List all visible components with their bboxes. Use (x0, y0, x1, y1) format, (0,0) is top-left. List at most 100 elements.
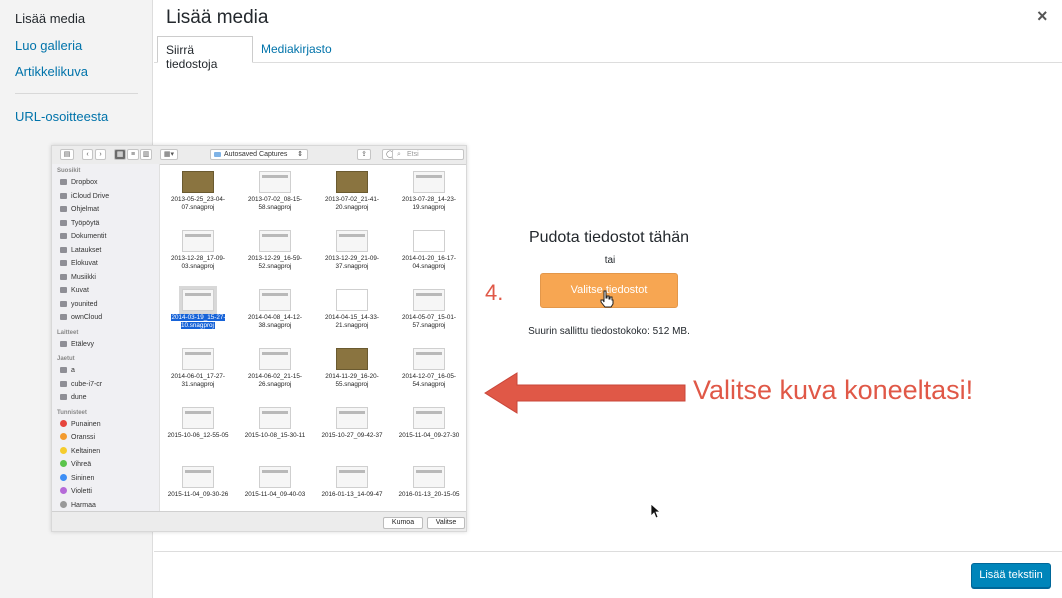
finder-sidebar-item[interactable]: Punainen (60, 419, 101, 430)
tag-color-dot-icon (60, 500, 67, 508)
finder-sidebar-label: Harmaa (71, 501, 96, 509)
finder-sidebar-item[interactable]: a (60, 366, 75, 376)
file-item[interactable]: 2015-10-06_12-55-05 (160, 400, 236, 460)
finder-sidebar-label: ownCloud (71, 314, 103, 321)
finder-sidebar-item[interactable]: younited (60, 300, 97, 310)
file-item[interactable]: 2014-12-07_16-05-54.snagproj (391, 341, 466, 401)
instruction-callout: Valitse kuva koneeltasi! (693, 375, 974, 405)
file-item[interactable]: 2014-06-02_21-15-26.snagproj (237, 341, 313, 401)
finder-sidebar-item[interactable]: Kuvat (60, 286, 89, 296)
finder-sidebar-item[interactable]: Sininen (60, 473, 94, 484)
finder-sidebar-item[interactable]: iCloud Drive (60, 192, 109, 202)
list-view-icon[interactable]: ≡ (127, 149, 139, 160)
sidebar-toggle-icon[interactable]: ▤ (60, 149, 74, 160)
file-name-text: 2015-10-08_15-30-11 (244, 432, 306, 439)
file-thumbnail (336, 466, 368, 488)
thumbnail-bar (185, 411, 211, 414)
file-item[interactable]: 2016-01-13_20-15-05 (391, 459, 466, 511)
choose-button[interactable]: Valitse (427, 517, 465, 529)
sidebar-item-add-media[interactable]: Lisää media (15, 11, 85, 26)
finder-sidebar-item[interactable]: Violetti (60, 487, 92, 497)
tag-color-dot-icon (60, 446, 67, 454)
finder-toolbar: ▤ ‹ › ▦ ≡ ▥ ▦▾ Autosaved Captures ⇕ ⇪ ◯ … (52, 146, 466, 165)
sidebar-item-from-url[interactable]: URL-osoitteesta (15, 109, 108, 124)
file-item[interactable]: 2016-01-13_14-09-47 (314, 459, 390, 511)
cancel-button[interactable]: Kumoa (383, 517, 423, 529)
sidebar-item-featured-image[interactable]: Artikkelikuva (15, 64, 88, 79)
thumbnail-bar (416, 352, 442, 355)
file-item[interactable]: 2015-11-04_09-30-26 (160, 459, 236, 511)
file-thumbnail (182, 407, 214, 429)
finder-sidebar-item[interactable]: Ohjelmat (60, 205, 99, 215)
file-item[interactable]: 2013-05-25_23-04-07.snagproj (160, 164, 236, 224)
share-icon[interactable]: ⇪ (357, 149, 371, 160)
file-item[interactable]: 2015-11-04_09-27-30 (391, 400, 466, 460)
sidebar-item-create-gallery[interactable]: Luo galleria (15, 38, 82, 53)
file-name-text: 2016-01-13_20-15-05 (398, 491, 460, 498)
path-selector[interactable]: Autosaved Captures ⇕ (210, 149, 308, 160)
file-name: 2014-06-02_21-15-26.snagproj (237, 373, 313, 389)
file-item-selected[interactable]: 2014-03-19_15-27-10.snagproj (160, 282, 236, 342)
file-item[interactable]: 2014-04-15_14-33-21.snagproj (314, 282, 390, 342)
finder-sidebar-item[interactable]: Vihreä (60, 460, 91, 470)
file-item[interactable]: 2014-06-01_17-27-31.snagproj (160, 341, 236, 401)
thumbnail-bar (185, 293, 211, 296)
file-name-text: 2013-05-25_23-04-07.snagproj (171, 196, 225, 211)
file-item[interactable]: 2013-07-02_21-41-20.snagproj (314, 164, 390, 224)
finder-sidebar-item[interactable]: ownCloud (60, 313, 102, 323)
close-icon[interactable]: × (1037, 6, 1048, 27)
finder-sidebar-item[interactable]: Dropbox (60, 178, 97, 188)
file-thumbnail (413, 230, 445, 252)
thumbnail-bar (339, 411, 365, 414)
folder-icon (214, 152, 221, 157)
file-item[interactable]: 2013-07-28_14-23-19.snagproj (391, 164, 466, 224)
computer-icon (60, 394, 67, 400)
file-name: 2013-12-28_17-09-03.snagproj (160, 255, 236, 271)
file-item[interactable]: 2014-04-08_14-12-38.snagproj (237, 282, 313, 342)
forward-icon[interactable]: › (95, 149, 106, 160)
tab-upload-files[interactable]: Siirrä tiedostoja (157, 36, 253, 71)
tag-color-dot-icon (60, 473, 67, 481)
finder-sidebar-item[interactable]: Oranssi (60, 433, 95, 443)
finder-search[interactable]: ⌕ Etsi (392, 149, 464, 160)
finder-sidebar-item[interactable]: Elokuvat (60, 259, 98, 269)
finder-sidebar-label: Vihreä (71, 461, 92, 468)
tag-color-dot-icon (60, 487, 67, 494)
finder-sidebar-item[interactable]: Lataukset (60, 246, 101, 256)
finder-sidebar-item[interactable]: Etälevy (60, 340, 94, 350)
finder-sidebar-heading: Jaetut (57, 356, 75, 362)
file-item[interactable]: 2015-10-08_15-30-11 (237, 400, 313, 460)
arrange-icon[interactable]: ▦▾ (160, 149, 178, 160)
finder-sidebar-label: Punainen (71, 420, 101, 428)
column-view-icon[interactable]: ▥ (140, 149, 152, 160)
file-item[interactable]: 2015-10-27_09-42-37 (314, 400, 390, 460)
file-item[interactable]: 2014-11-29_16-20-55.snagproj (314, 341, 390, 401)
finder-sidebar-item[interactable]: Työpöytä (60, 219, 99, 229)
file-item[interactable]: 2013-12-29_21-09-37.snagproj (314, 223, 390, 283)
tab-media-library[interactable]: Mediakirjasto (253, 36, 340, 62)
file-name: 2014-11-29_16-20-55.snagproj (314, 373, 390, 389)
search-placeholder: Etsi (407, 151, 419, 158)
finder-sidebar-item[interactable]: Musiikki (60, 273, 96, 283)
back-icon[interactable]: ‹ (82, 149, 93, 160)
thumbnail-bar (185, 470, 211, 473)
file-name-text: 2013-07-02_08-15-58.snagproj (248, 196, 302, 211)
icon-view-icon[interactable]: ▦ (114, 149, 126, 160)
file-item[interactable]: 2015-11-04_09-40-03 (237, 459, 313, 511)
finder-sidebar: Suosikit Dropbox iCloud Drive Ohjelmat Työpö… (52, 164, 160, 511)
file-thumbnail (413, 289, 445, 311)
finder-sidebar-item[interactable]: dune (60, 393, 87, 403)
file-item[interactable]: 2013-12-29_16-59-52.snagproj (237, 223, 313, 283)
file-item[interactable]: 2014-01-20_16-17-04.snagproj (391, 223, 466, 283)
finder-sidebar-item[interactable]: Keltainen (60, 446, 100, 457)
finder-sidebar-item[interactable]: cube-i7-cr (60, 380, 102, 390)
insert-into-post-button[interactable]: Lisää tekstiin (971, 563, 1051, 588)
file-item[interactable]: 2014-05-07_15-01-57.snagproj (391, 282, 466, 342)
file-name-text: 2014-04-15_14-33-21.snagproj (325, 314, 379, 329)
file-grid: 2013-05-25_23-04-07.snagproj 2013-07-02_0… (160, 164, 466, 511)
document-icon (60, 233, 67, 239)
finder-sidebar-item[interactable]: Dokumentit (60, 232, 106, 242)
finder-sidebar-item[interactable]: Harmaa (60, 500, 96, 511)
file-item[interactable]: 2013-07-02_08-15-58.snagproj (237, 164, 313, 224)
file-item[interactable]: 2013-12-28_17-09-03.snagproj (160, 223, 236, 283)
